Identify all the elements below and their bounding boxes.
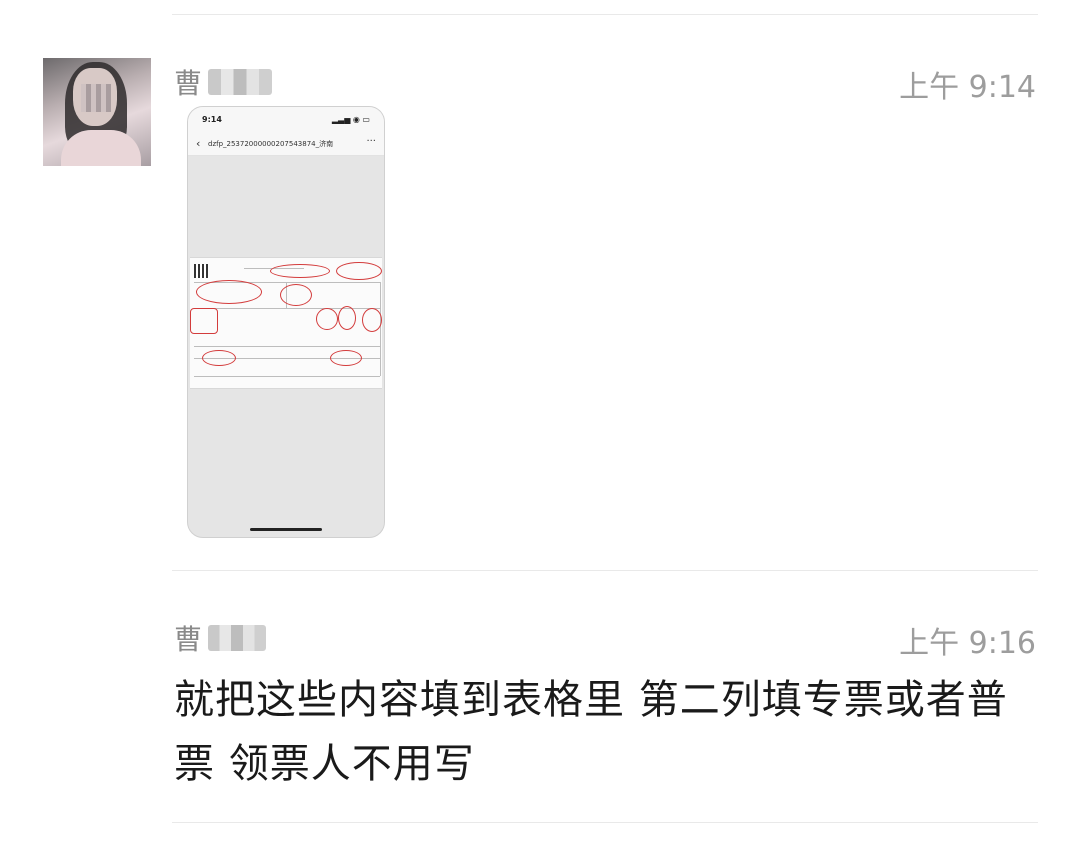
phone-home-indicator xyxy=(250,528,322,531)
file-name: dzfp_25372000000207543874_济南 xyxy=(208,140,334,148)
annotation-circle xyxy=(362,308,382,332)
sender-name: 曹 xyxy=(174,62,273,102)
bottom-divider xyxy=(172,822,1038,823)
annotation-circle xyxy=(270,264,330,278)
phone-clock: 9:14 xyxy=(202,115,222,124)
invoice-line xyxy=(194,376,380,377)
annotation-circle xyxy=(330,350,362,366)
annotation-circle xyxy=(316,308,338,330)
phone-nav-bar: ‹ dzfp_25372000000207543874_济南 ··· xyxy=(188,133,384,156)
avatar-body xyxy=(61,130,141,166)
qr-code-icon xyxy=(194,264,208,278)
sender-name-mosaic xyxy=(208,625,267,651)
message-time: 上午 9:14 xyxy=(899,70,1036,105)
annotation-circle xyxy=(196,280,262,304)
top-divider xyxy=(172,14,1038,15)
phone-status-bar: 9:14 ▂▃▅ ◉ ▭ xyxy=(188,107,384,133)
message-time: 上午 9:16 xyxy=(899,626,1036,661)
more-icon: ··· xyxy=(366,136,376,147)
image-attachment[interactable]: 9:14 ▂▃▅ ◉ ▭ ‹ dzfp_25372000000207543874… xyxy=(187,106,385,538)
invoice-preview xyxy=(190,257,382,389)
invoice-line xyxy=(380,282,381,376)
message-text[interactable]: 就把这些内容填到表格里 第二列填专票或者普票 领票人不用写 xyxy=(174,668,1034,796)
sender-name: 曹 xyxy=(174,618,267,658)
avatar-mosaic xyxy=(81,84,111,112)
sender-initial: 曹 xyxy=(174,67,203,100)
invoice-line xyxy=(194,346,380,347)
annotation-box xyxy=(190,308,218,334)
message-divider xyxy=(172,570,1038,571)
annotation-circle xyxy=(338,306,356,330)
sender-name-mosaic xyxy=(208,69,273,95)
annotation-circle xyxy=(336,262,382,280)
annotation-circle xyxy=(202,350,236,366)
annotation-circle xyxy=(280,284,312,306)
back-chevron-icon: ‹ xyxy=(196,137,201,150)
avatar[interactable] xyxy=(43,58,151,166)
signal-wifi-battery-icon: ▂▃▅ ◉ ▭ xyxy=(331,115,370,124)
sender-initial: 曹 xyxy=(174,623,203,656)
